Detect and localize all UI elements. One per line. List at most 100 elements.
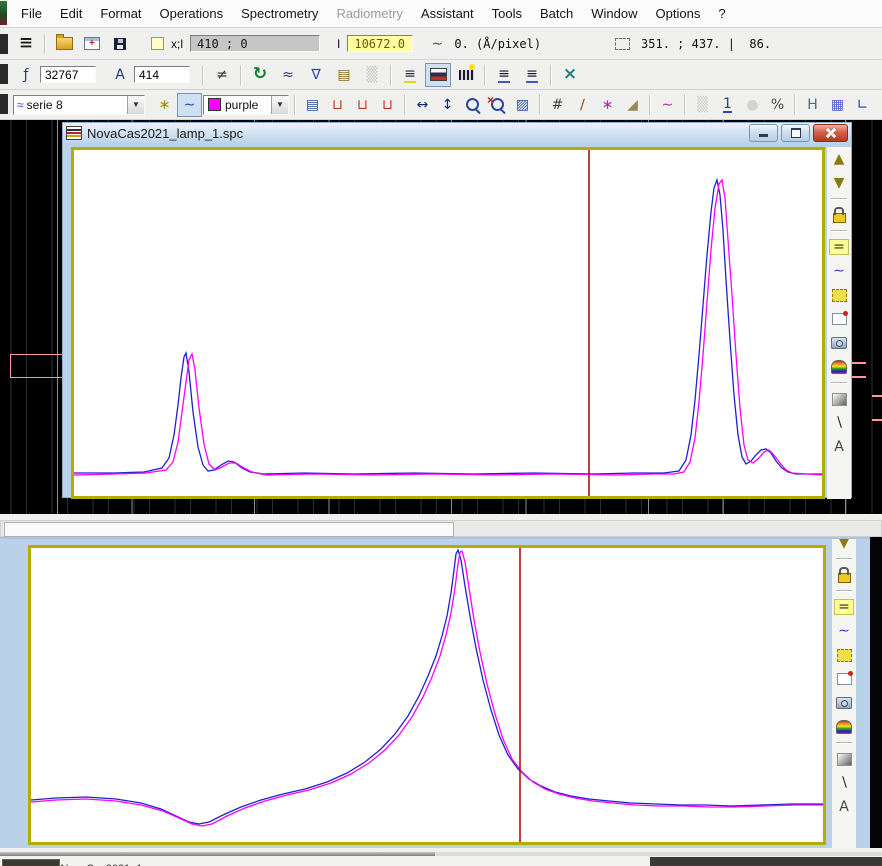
- open-folder-icon[interactable]: [51, 32, 77, 56]
- menu-help[interactable]: ?: [709, 6, 734, 21]
- fill-icon[interactable]: ●: [740, 93, 765, 117]
- draw-line-icon[interactable]: ∕: [570, 93, 595, 117]
- chart-bottom-canvas[interactable]: [31, 548, 823, 842]
- gradient-icon[interactable]: [834, 749, 854, 769]
- binning-zone-icon[interactable]: ▤: [331, 63, 357, 87]
- rotate-icon[interactable]: ↻: [247, 63, 273, 87]
- menu-edit[interactable]: Edit: [51, 6, 91, 21]
- slant-icon[interactable]: ∇: [303, 63, 329, 87]
- spectrum-plot-top[interactable]: [71, 147, 825, 499]
- shift-y-icon[interactable]: ↕: [435, 93, 460, 117]
- dispersion-icon[interactable]: ∼: [424, 32, 450, 56]
- window-title-bar[interactable]: NovaCas2021_lamp_1.spc: [63, 123, 851, 143]
- scrollbar-thumb[interactable]: [4, 522, 454, 537]
- overlay-offset-icon[interactable]: ≡: [519, 63, 545, 87]
- series-combo-dropdown-arrow[interactable]: ▼: [127, 96, 144, 114]
- snapshot-icon[interactable]: [829, 333, 849, 353]
- pan-down-icon[interactable]: ▼: [834, 539, 854, 553]
- menu-spectrometry[interactable]: Spectrometry: [232, 6, 327, 21]
- replot-icon[interactable]: ∼: [829, 261, 849, 281]
- normalize-icon[interactable]: 1: [715, 93, 740, 117]
- menu-operations[interactable]: Operations: [151, 6, 233, 21]
- grid-dots-icon[interactable]: ▒: [359, 63, 385, 87]
- pan-up-icon[interactable]: ▲: [829, 149, 849, 169]
- resample-icon[interactable]: ▒: [690, 93, 715, 117]
- open-image-icon[interactable]: [79, 32, 105, 56]
- lamp-profile3-icon[interactable]: ⊔: [375, 93, 400, 117]
- menu-window[interactable]: Window: [582, 6, 646, 21]
- calibration-icon[interactable]: ∟: [850, 93, 875, 117]
- lock-icon[interactable]: [834, 565, 854, 585]
- saturation-icon[interactable]: ƒ: [13, 63, 39, 87]
- angle-icon[interactable]: A: [107, 63, 133, 87]
- gradient-icon[interactable]: [829, 389, 849, 409]
- lock-icon[interactable]: [829, 205, 849, 225]
- stretch-x-icon[interactable]: ↔: [410, 93, 435, 117]
- pin-window-icon[interactable]: [834, 669, 854, 689]
- zone-select-icon[interactable]: [834, 645, 854, 665]
- color-combo-dropdown-arrow[interactable]: ▼: [271, 96, 288, 114]
- chart-top-canvas[interactable]: [74, 150, 822, 496]
- lamp-profile1-icon[interactable]: ⊔: [325, 93, 350, 117]
- palette-icon[interactable]: [834, 717, 854, 737]
- series-combo[interactable]: ≈serie 8▼: [13, 95, 145, 115]
- selection-rect-icon[interactable]: [609, 32, 635, 56]
- equal-scale-icon[interactable]: =: [829, 237, 849, 257]
- spectrum-window: NovaCas2021_lamp_1.spc ▲ ▼ = ∼ ∖ A: [62, 122, 852, 498]
- color-combo[interactable]: purple▼: [203, 95, 289, 115]
- menu-format[interactable]: Format: [91, 6, 150, 21]
- gaussian-fit-icon[interactable]: ∩: [875, 93, 882, 117]
- pan-down-icon[interactable]: ▼: [829, 173, 849, 193]
- palette-icon[interactable]: [829, 357, 849, 377]
- zone-select-icon[interactable]: [829, 285, 849, 305]
- screen-profile-icon[interactable]: ▤: [300, 93, 325, 117]
- menu-batch[interactable]: Batch: [531, 6, 582, 21]
- line-tool-icon[interactable]: ∖: [834, 773, 854, 793]
- plot-series-icon[interactable]: ∼: [177, 93, 202, 117]
- unzoom-icon[interactable]: [485, 93, 510, 117]
- calibration-icon-glyph: ∟: [857, 98, 869, 112]
- points-input[interactable]: [134, 66, 190, 83]
- text-tool-icon[interactable]: A: [834, 797, 854, 817]
- restore-button[interactable]: [781, 124, 810, 142]
- lamp-profile2-icon[interactable]: ⊔: [350, 93, 375, 117]
- periodic-table-icon[interactable]: ▦: [825, 93, 850, 117]
- display-reference-icon[interactable]: [425, 63, 451, 87]
- minimize-button[interactable]: [749, 124, 778, 142]
- ratio-icon[interactable]: %: [765, 93, 790, 117]
- snapshot-icon[interactable]: [834, 693, 854, 713]
- display-intensity-icon[interactable]: [453, 63, 479, 87]
- menu-options[interactable]: Options: [647, 6, 710, 21]
- replot-icon[interactable]: ∼: [834, 621, 854, 641]
- clear-series-icon[interactable]: ∗: [152, 93, 177, 117]
- cut-region-icon[interactable]: ×: [557, 63, 583, 87]
- spectrum-profile-icon[interactable]: ≡: [13, 32, 39, 56]
- menu-file[interactable]: File: [12, 6, 51, 21]
- menu-tools[interactable]: Tools: [483, 6, 531, 21]
- smooth-brush-icon[interactable]: ◢: [620, 93, 645, 117]
- zoom-icon[interactable]: [460, 93, 485, 117]
- pin-window-icon[interactable]: [829, 309, 849, 329]
- separator: [831, 382, 847, 384]
- align-lines-icon[interactable]: ≈: [275, 63, 301, 87]
- export-zone-icon[interactable]: ▨: [510, 93, 535, 117]
- coordinate-mode-checkbox[interactable]: [151, 37, 164, 50]
- save-icon[interactable]: [107, 32, 133, 56]
- despike-icon[interactable]: #: [545, 93, 570, 117]
- equal-scale-icon[interactable]: =: [834, 597, 854, 617]
- display-profile-icon[interactable]: ≡: [397, 63, 423, 87]
- draw-points-icon[interactable]: ∗: [595, 93, 620, 117]
- tilt-correction-icon[interactable]: ≠: [209, 63, 235, 87]
- line-tool-icon[interactable]: ∖: [829, 413, 849, 433]
- spectrum-plot-bottom[interactable]: [28, 545, 826, 845]
- saturation-input[interactable]: [40, 66, 96, 83]
- horizontal-scrollbar[interactable]: [0, 520, 882, 537]
- overlay-profiles-icon[interactable]: ≡: [491, 63, 517, 87]
- lamp-profile3-icon-glyph: ⊔: [382, 98, 393, 112]
- dispersion-label: 0. (Å/pixel): [454, 37, 541, 51]
- text-tool-icon[interactable]: A: [829, 437, 849, 457]
- continuum-icon[interactable]: ∼: [655, 93, 680, 117]
- close-button[interactable]: [813, 124, 848, 142]
- menu-assistant[interactable]: Assistant: [412, 6, 483, 21]
- element-lines-icon[interactable]: H: [800, 93, 825, 117]
